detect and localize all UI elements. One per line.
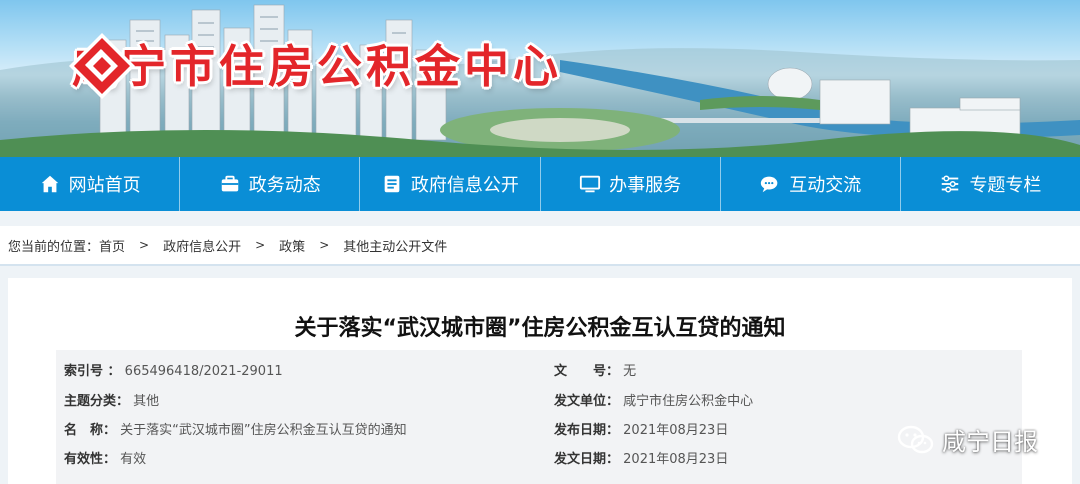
publish-date-label: 发布日期：: [554, 423, 620, 438]
nav-item-interaction[interactable]: 互动交流: [721, 157, 901, 211]
nav-item-label: 办事服务: [609, 175, 682, 196]
breadcrumb-lead: 您当前的位置：: [8, 239, 100, 255]
monitor-icon: [580, 175, 601, 193]
issuer-cell: 发文单位： 咸宁市住房公积金中心: [554, 388, 753, 416]
nav-item-label: 政务动态: [248, 175, 321, 196]
nav-item-label: 专题专栏: [969, 175, 1042, 196]
main-nav: 网站首页 政务动态 政府信息公开 办事服务 互动交流 专题专栏: [0, 157, 1080, 211]
nav-item-news[interactable]: 政务动态: [180, 157, 361, 211]
name-label: 名 称：: [64, 423, 117, 438]
nav-item-label: 互动交流: [789, 175, 862, 196]
document-icon: [384, 175, 400, 193]
validity-label: 有效性：: [64, 452, 117, 467]
publish-date-value: 2021年08月23日: [623, 423, 729, 438]
issuer-value: 咸宁市住房公积金中心: [623, 394, 754, 409]
wechat-watermark: 咸宁日报: [896, 422, 1038, 457]
breadcrumb-item-home[interactable]: 首页: [99, 236, 125, 255]
chat-icon: [761, 176, 778, 193]
index-number-cell: 索引号 ： 665496418/2021-29011: [64, 358, 283, 386]
wechat-icon: [897, 425, 934, 453]
index-number-label: 索引号 ：: [64, 364, 121, 379]
breadcrumb-item-info-disclosure[interactable]: 政府信息公开: [163, 236, 241, 255]
article-title: 关于落实“武汉城市圈”住房公积金互认互贷的通知: [294, 316, 786, 341]
breadcrumb-separator: >: [255, 238, 266, 252]
metadata-row: 名 称： 关于落实“武汉城市圈”住房公积金互认互贷的通知 发布日期： 2021年…: [56, 417, 1022, 445]
name-value: 关于落实“武汉城市圈”住房公积金互认互贷的通知: [120, 423, 407, 438]
issue-date-cell: 发文日期： 2021年08月23日: [554, 446, 728, 474]
document-metadata-table: 索引号 ： 665496418/2021-29011 文 号： 无 主题分类： …: [56, 350, 1022, 484]
breadcrumb-separator: >: [319, 238, 330, 252]
metadata-row: 索引号 ： 665496418/2021-29011 文 号： 无: [56, 358, 1022, 386]
document-number-label: 文 号：: [554, 364, 620, 379]
breadcrumb-item-policy[interactable]: 政策: [279, 236, 305, 255]
validity-value: 有效: [120, 452, 147, 467]
category-label: 主题分类：: [64, 394, 130, 409]
breadcrumb: 您当前的位置： 首页 > 政府信息公开 > 政策 > 其他主动公开文件: [0, 226, 1080, 266]
sliders-icon: [942, 175, 959, 193]
nav-item-label: 政府信息公开: [410, 175, 519, 196]
nav-item-info-disclosure[interactable]: 政府信息公开: [360, 157, 541, 211]
watermark-text: 咸宁日报: [942, 428, 1038, 456]
nav-item-services[interactable]: 办事服务: [541, 157, 721, 211]
nav-item-topics[interactable]: 专题专栏: [901, 157, 1080, 211]
document-number-value: 无: [623, 364, 637, 379]
briefcase-icon: [221, 175, 238, 192]
issue-date-value: 2021年08月23日: [623, 452, 729, 467]
metadata-row: 有效性： 有效 发文日期： 2021年08月23日: [56, 446, 1022, 474]
breadcrumb-item-other-files[interactable]: 其他主动公开文件: [343, 236, 447, 255]
nav-item-label: 网站首页: [68, 175, 141, 196]
home-icon: [41, 175, 58, 193]
validity-cell: 有效性： 有效: [64, 446, 146, 474]
nav-item-home[interactable]: 网站首页: [0, 157, 181, 211]
fund-center-logo-icon: [69, 33, 135, 99]
issue-date-label: 发文日期：: [554, 452, 620, 467]
index-number-value: 665496418/2021-29011: [124, 364, 283, 379]
header-banner: 咸宁市住房公积金中心: [0, 0, 1080, 157]
site-title: 咸宁市住房公积金中心: [72, 40, 563, 93]
publish-date-cell: 发布日期： 2021年08月23日: [554, 417, 728, 445]
category-cell: 主题分类： 其他: [64, 388, 159, 416]
site-logo[interactable]: 咸宁市住房公积金中心: [66, 30, 563, 99]
issuer-label: 发文单位：: [554, 394, 620, 409]
name-cell: 名 称： 关于落实“武汉城市圈”住房公积金互认互贷的通知: [64, 417, 407, 445]
metadata-row: 主题分类： 其他 发文单位： 咸宁市住房公积金中心: [56, 388, 1022, 416]
category-value: 其他: [133, 394, 160, 409]
breadcrumb-separator: >: [139, 238, 150, 252]
document-number-cell: 文 号： 无: [554, 358, 636, 386]
